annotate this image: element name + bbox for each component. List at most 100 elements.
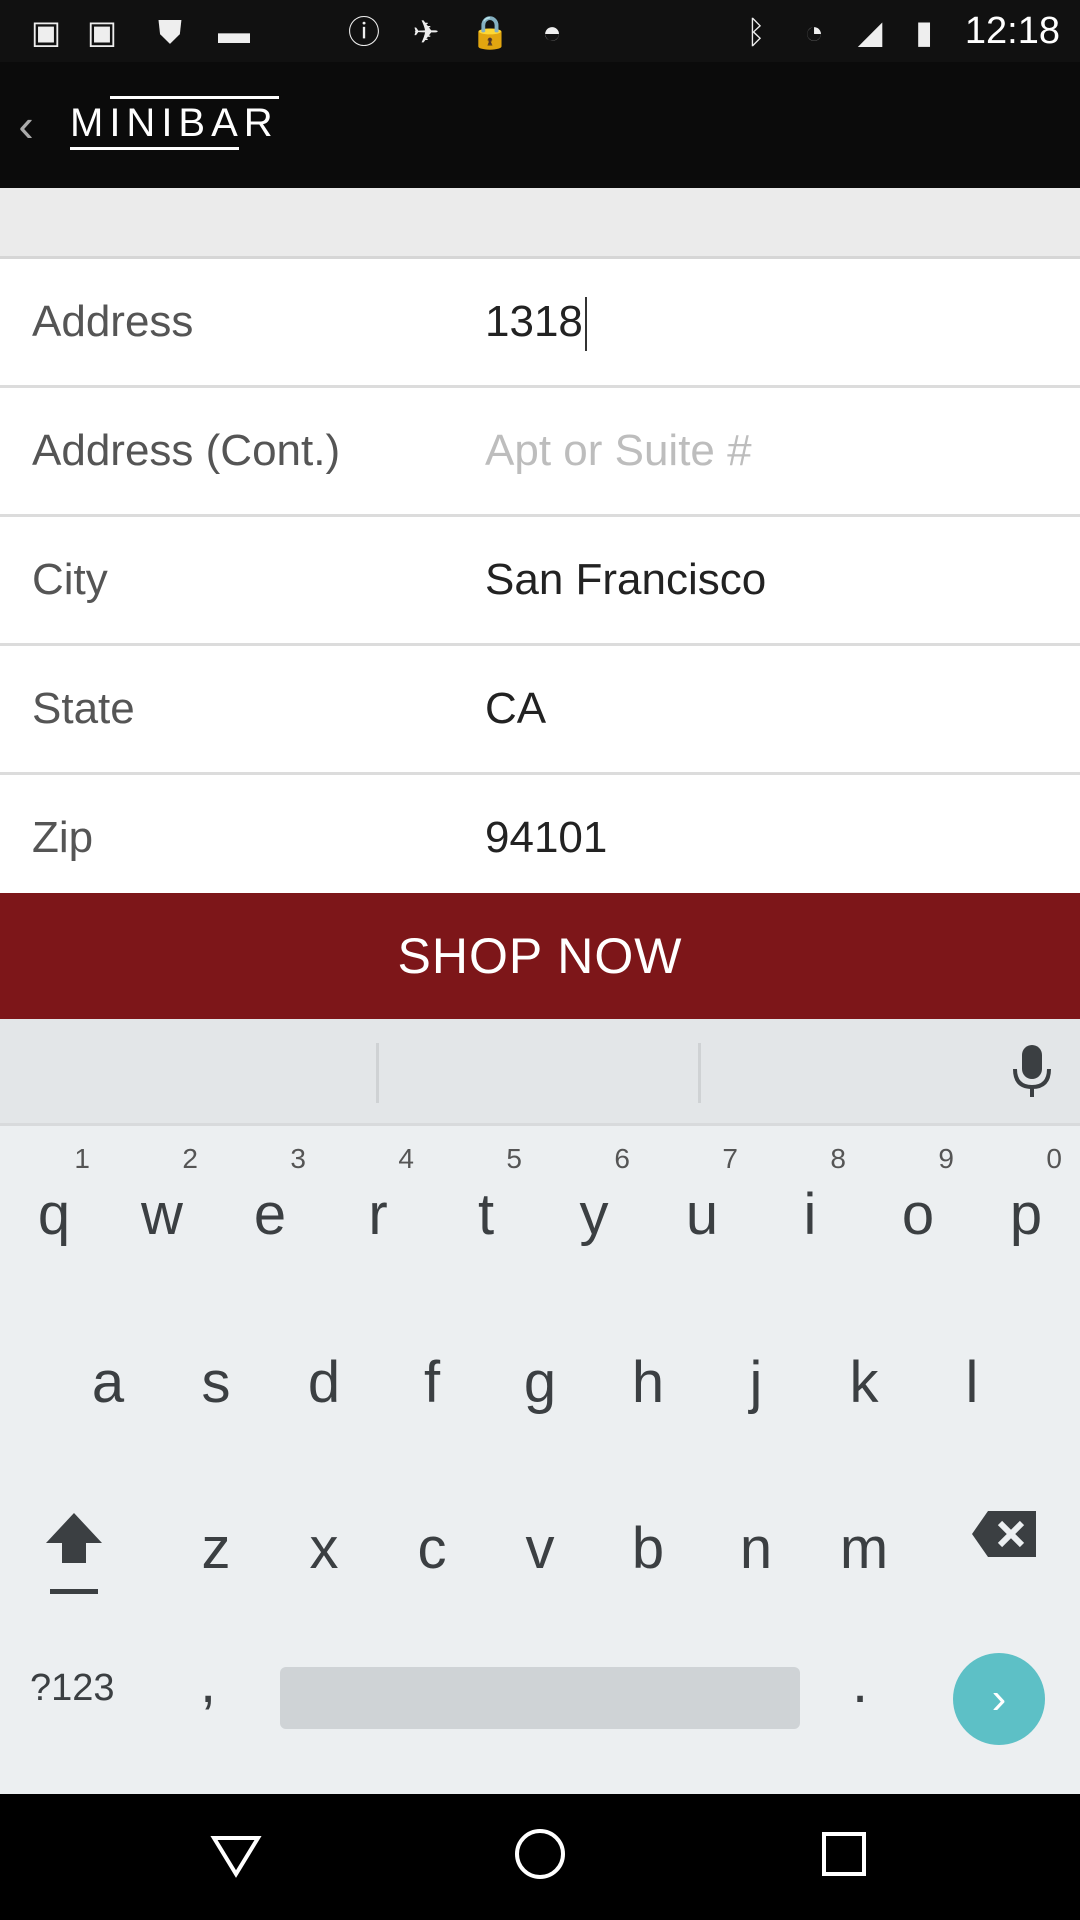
key-x[interactable]: x — [270, 1469, 378, 1609]
form-row-zip[interactable]: Zip 94101 — [0, 775, 1080, 894]
state-label: State — [32, 684, 135, 733]
key-hint: 4 — [398, 1143, 414, 1174]
key-e[interactable]: 3e — [216, 1135, 324, 1275]
navigation-bar — [0, 1794, 1080, 1920]
key-label: h — [631, 1350, 665, 1415]
microphone-icon[interactable] — [1010, 1043, 1054, 1099]
key-t[interactable]: 5t — [432, 1135, 540, 1275]
comma-key[interactable]: , — [200, 1649, 216, 1716]
message-icon: ▬ — [218, 14, 250, 50]
key-j[interactable]: j — [702, 1309, 810, 1449]
key-hint: 5 — [506, 1143, 522, 1174]
city-field[interactable]: San Francisco — [485, 517, 766, 643]
key-a[interactable]: a — [54, 1309, 162, 1449]
backspace-icon[interactable] — [970, 1509, 1038, 1559]
app-logo: MINIBAR — [70, 96, 279, 150]
key-label: u — [685, 1182, 719, 1247]
space-bar[interactable] — [280, 1667, 800, 1729]
key-h[interactable]: h — [594, 1309, 702, 1449]
key-i[interactable]: 8i — [756, 1135, 864, 1275]
key-label: o — [901, 1182, 935, 1247]
key-label: s — [201, 1350, 231, 1415]
key-label: y — [579, 1182, 609, 1247]
key-y[interactable]: 6y — [540, 1135, 648, 1275]
key-label: z — [201, 1516, 231, 1581]
key-b[interactable]: b — [594, 1469, 702, 1609]
key-p[interactable]: 0p — [972, 1135, 1080, 1275]
form-row-address[interactable]: Address 1318 — [0, 259, 1080, 388]
city-label: City — [32, 555, 108, 604]
key-label: j — [749, 1350, 763, 1415]
key-u[interactable]: 7u — [648, 1135, 756, 1275]
key-label: b — [631, 1516, 665, 1581]
chevron-right-icon: › — [991, 1674, 1007, 1723]
suggestion-bar — [0, 1019, 1080, 1126]
address-field[interactable]: 1318 — [485, 259, 587, 385]
key-label: g — [523, 1350, 557, 1415]
shop-now-button[interactable]: SHOP NOW — [0, 893, 1080, 1019]
form-row-address-cont[interactable]: Address (Cont.) Apt or Suite # — [0, 388, 1080, 517]
key-q[interactable]: 1q — [0, 1135, 108, 1275]
key-z[interactable]: z — [162, 1469, 270, 1609]
key-hint: 0 — [1046, 1143, 1062, 1174]
shield-icon: ⛊ — [157, 14, 182, 50]
period-key[interactable]: . — [852, 1649, 868, 1716]
address-cont-field[interactable]: Apt or Suite # — [485, 388, 752, 514]
text-cursor — [584, 297, 587, 352]
key-hint: 6 — [614, 1143, 630, 1174]
photo-icon: ▣ — [30, 14, 62, 50]
signal-icon: ◢ — [857, 14, 883, 50]
key-l[interactable]: l — [918, 1309, 1026, 1449]
shift-icon[interactable] — [42, 1509, 106, 1599]
zip-field[interactable]: 94101 — [485, 775, 607, 901]
satellite-icon: ✈ — [412, 14, 440, 50]
zip-label: Zip — [32, 813, 94, 862]
key-c[interactable]: c — [378, 1469, 486, 1609]
status-bar: ▣ ▣ ⛊ ▬ ⓘ ✈ 🔒 ◓ ᛒ ◔ ◢ ▮ 12:18 — [0, 0, 1080, 62]
home-nav-icon[interactable] — [510, 1824, 570, 1884]
key-label: d — [307, 1350, 341, 1415]
address-form: Address 1318 Address (Cont.) Apt or Suit… — [0, 259, 1080, 894]
key-r[interactable]: 4r — [324, 1135, 432, 1275]
status-time: 12:18 — [964, 10, 1060, 52]
key-label: v — [525, 1516, 555, 1581]
key-label: l — [965, 1350, 979, 1415]
soft-keyboard: 1q2w3e4r5t6y7u8i9o0p asdfghjkl zxcvbnm ?… — [0, 1019, 1080, 1794]
symbols-key[interactable]: ?123 — [30, 1667, 115, 1710]
suggestion-divider — [376, 1043, 379, 1103]
state-field[interactable]: CA — [485, 646, 546, 772]
app-header: ‹ MINIBAR — [0, 62, 1080, 188]
key-m[interactable]: m — [810, 1469, 918, 1609]
back-nav-icon[interactable] — [206, 1824, 266, 1884]
key-label: f — [423, 1350, 441, 1415]
key-s[interactable]: s — [162, 1309, 270, 1449]
key-v[interactable]: v — [486, 1469, 594, 1609]
key-w[interactable]: 2w — [108, 1135, 216, 1275]
key-n[interactable]: n — [702, 1469, 810, 1609]
suggestion-divider — [698, 1043, 701, 1103]
key-label: x — [309, 1516, 339, 1581]
key-label: e — [253, 1182, 287, 1247]
key-hint: 1 — [74, 1143, 90, 1174]
key-o[interactable]: 9o — [864, 1135, 972, 1275]
key-d[interactable]: d — [270, 1309, 378, 1449]
android-icon: ◓ — [542, 14, 562, 50]
recents-nav-icon[interactable] — [814, 1824, 874, 1884]
form-row-city[interactable]: City San Francisco — [0, 517, 1080, 646]
key-hint: 3 — [290, 1143, 306, 1174]
key-label: c — [417, 1516, 447, 1581]
address-label: Address — [32, 297, 194, 346]
next-button[interactable]: › — [953, 1653, 1045, 1745]
back-icon[interactable]: ‹ — [6, 100, 46, 150]
battery-icon: ▮ — [915, 14, 933, 50]
key-hint: 8 — [830, 1143, 846, 1174]
key-k[interactable]: k — [810, 1309, 918, 1449]
key-g[interactable]: g — [486, 1309, 594, 1449]
photo-icon: ▣ — [86, 14, 118, 50]
key-label: q — [37, 1182, 71, 1247]
form-row-state[interactable]: State CA — [0, 646, 1080, 775]
key-hint: 9 — [938, 1143, 954, 1174]
key-label: n — [739, 1516, 773, 1581]
key-f[interactable]: f — [378, 1309, 486, 1449]
info-icon: ⓘ — [347, 14, 380, 50]
